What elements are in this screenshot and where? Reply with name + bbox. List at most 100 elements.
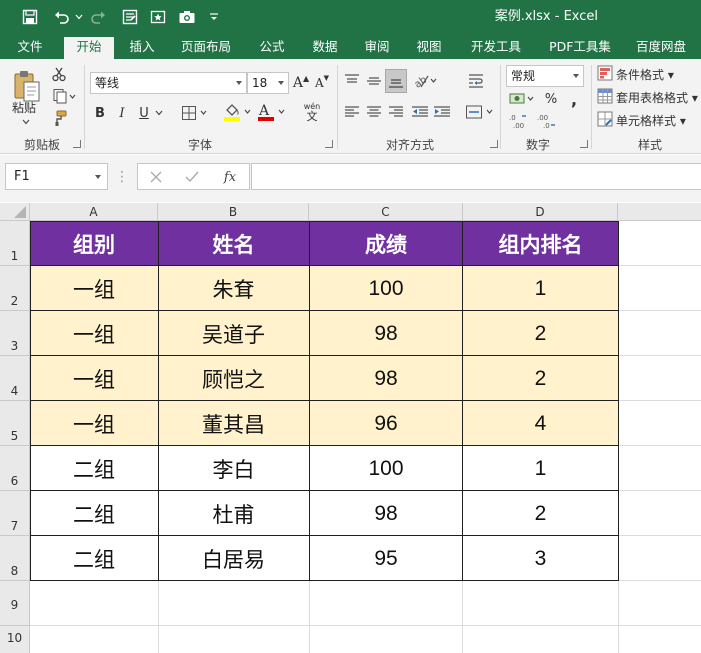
percent-button[interactable]: % [542,89,560,109]
drag-handle-icon[interactable]: ⋮ [115,167,129,187]
table-cell[interactable]: 朱耷 [158,266,309,311]
table-cell[interactable]: 95 [309,536,463,581]
enter-icon[interactable] [182,167,202,187]
align-left-icon[interactable] [342,102,362,122]
table-cell[interactable]: 2 [463,491,618,536]
tab-developer[interactable]: 开发工具 [464,34,528,59]
paste-button[interactable]: 粘贴 [12,99,36,116]
column-header[interactable]: C [309,203,463,221]
font-launcher-icon[interactable] [325,140,333,148]
align-middle-icon[interactable] [364,71,384,91]
tab-view[interactable]: 视图 [406,34,452,59]
table-cell[interactable]: 4 [463,401,618,446]
row-header[interactable]: 8 [0,536,30,581]
table-cell[interactable]: 二组 [30,446,158,491]
tab-review[interactable]: 审阅 [354,34,400,59]
font-color-icon[interactable]: A [256,100,288,124]
column-header[interactable]: D [463,203,618,221]
conditional-format-icon[interactable] [596,64,614,82]
table-cell[interactable]: 二组 [30,536,158,581]
table-cell[interactable]: 董其昌 [158,401,309,446]
clipboard-launcher-icon[interactable] [73,140,81,148]
table-cell[interactable]: 100 [309,266,463,311]
cell-styles-button[interactable]: 单元格样式 ▾ [616,112,686,129]
table-cell[interactable]: 2 [463,311,618,356]
table-cell[interactable]: 吴道子 [158,311,309,356]
header-cell[interactable]: 姓名 [158,221,309,266]
row-header[interactable]: 6 [0,446,30,491]
tab-formulas[interactable]: 公式 [250,34,294,59]
row-header[interactable]: 5 [0,401,30,446]
merge-center-icon[interactable] [464,102,496,122]
table-cell[interactable]: 98 [309,356,463,401]
table-cell[interactable]: 杜甫 [158,491,309,536]
font-size-select[interactable]: 18 [247,72,289,94]
fill-color-icon[interactable] [222,100,254,124]
tab-pdf-tools[interactable]: PDF工具集 [542,34,618,59]
table-cell[interactable]: 3 [463,536,618,581]
row-header[interactable]: 3 [0,311,30,356]
font-name-select[interactable]: 等线 [90,72,247,94]
align-bottom-icon[interactable] [385,69,407,93]
table-cell[interactable]: 一组 [30,311,158,356]
align-right-icon[interactable] [386,102,406,122]
table-cell[interactable]: 1 [463,266,618,311]
table-cell[interactable]: 顾恺之 [158,356,309,401]
increase-indent-icon[interactable] [432,102,452,122]
column-header[interactable]: A [30,203,158,221]
table-cell[interactable]: 二组 [30,491,158,536]
phonetic-icon[interactable]: wén 文 [298,100,326,124]
row-header[interactable]: 1 [0,221,30,266]
bold-button[interactable]: B [91,102,109,124]
insert-function-icon[interactable]: fx [218,167,242,187]
row-header[interactable]: 2 [0,266,30,311]
header-cell[interactable]: 成绩 [309,221,463,266]
column-header[interactable]: B [158,203,309,221]
table-cell[interactable]: 2 [463,356,618,401]
underline-button[interactable]: U [135,102,153,124]
increase-decimal-icon[interactable]: .0.00 [508,111,532,131]
row-header[interactable]: 4 [0,356,30,401]
tab-baidu-netdisk[interactable]: 百度网盘 [628,34,694,59]
table-cell[interactable]: 96 [309,401,463,446]
format-as-table-icon[interactable] [596,87,614,105]
decrease-indent-icon[interactable] [410,102,430,122]
align-top-icon[interactable] [342,71,362,91]
row-header[interactable]: 9 [0,581,30,626]
tab-insert[interactable]: 插入 [120,34,164,59]
table-cell[interactable]: 白居易 [158,536,309,581]
tab-page-layout[interactable]: 页面布局 [172,34,240,59]
comma-style-icon[interactable]: , [564,89,584,109]
table-cell[interactable]: 李白 [158,446,309,491]
number-format-select[interactable]: 常规 [506,65,584,87]
select-all-corner[interactable] [0,203,30,221]
column-header-blank[interactable] [618,203,701,221]
underline-dropdown-icon[interactable] [153,102,165,124]
row-header[interactable]: 10 [0,626,30,653]
tab-file[interactable]: 文件 [8,34,52,59]
table-cell[interactable]: 一组 [30,266,158,311]
increase-font-icon[interactable]: A ▲ [292,72,310,94]
table-cell[interactable]: 100 [309,446,463,491]
table-cell[interactable]: 98 [309,491,463,536]
alignment-launcher-icon[interactable] [490,140,498,148]
table-cell[interactable]: 98 [309,311,463,356]
formula-input[interactable] [251,163,701,190]
paste-dropdown-icon[interactable] [11,117,41,127]
header-cell[interactable]: 组别 [30,221,158,266]
table-cell[interactable]: 1 [463,446,618,491]
wrap-text-icon[interactable] [466,71,486,91]
align-center-icon[interactable] [364,102,384,122]
currency-format-icon[interactable] [508,89,536,109]
borders-icon[interactable] [180,102,210,124]
italic-button[interactable]: I [113,102,131,124]
row-header[interactable]: 7 [0,491,30,536]
header-cell[interactable]: 组内排名 [463,221,618,266]
decrease-decimal-icon[interactable]: .00.0 [536,111,560,131]
table-cell[interactable]: 一组 [30,401,158,446]
copy-icon[interactable] [50,87,78,105]
name-box[interactable]: F1 [5,163,108,190]
cancel-icon[interactable] [146,167,166,187]
format-as-table-button[interactable]: 套用表格格式 ▾ [616,89,698,106]
conditional-format-button[interactable]: 条件格式 ▾ [616,66,674,83]
